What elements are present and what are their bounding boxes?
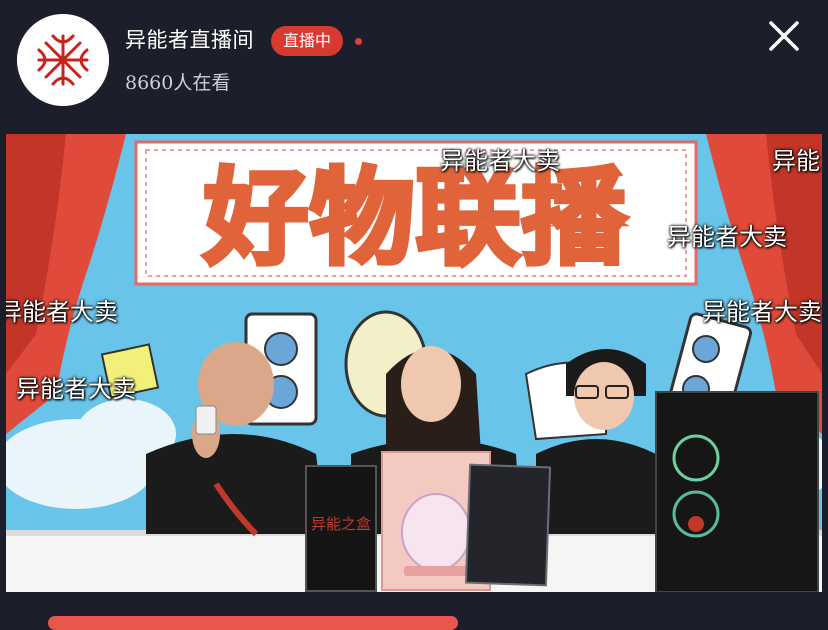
video-frame: 好物联播 异能之盒	[6, 134, 822, 592]
close-button[interactable]	[764, 16, 804, 56]
live-indicator-dot	[355, 38, 362, 45]
live-status-badge: 直播中	[271, 26, 344, 56]
streamer-name[interactable]: 异能者直播间	[125, 26, 254, 54]
live-video-player[interactable]: 好物联播 异能之盒 异能者大卖 异能 异能者大卖 异能者大卖 异能者大卖 异能者…	[6, 134, 822, 592]
bottom-action-bar[interactable]	[48, 616, 458, 630]
viewer-count: 8660人在看	[125, 72, 231, 94]
streamer-avatar[interactable]	[17, 14, 109, 106]
banner-title: 好物联播	[203, 157, 628, 279]
close-icon	[769, 21, 799, 51]
product-box-label: 异能之盒	[311, 515, 371, 533]
asterisk-logo-icon	[17, 14, 109, 106]
